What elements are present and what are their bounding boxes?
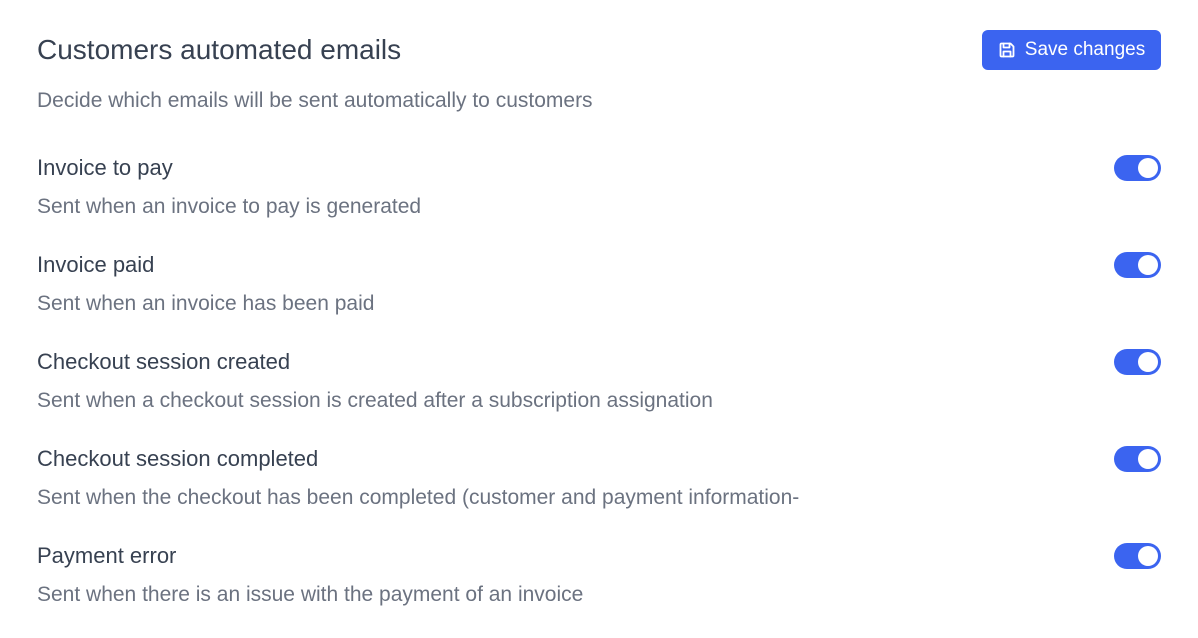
page-title: Customers automated emails <box>37 34 402 65</box>
floppy-disk-icon <box>998 41 1016 59</box>
setting-row-invoice-to-pay: Invoice to pay Sent when an invoice to p… <box>37 154 1161 234</box>
payment-error-toggle[interactable] <box>1114 543 1161 569</box>
setting-title: Invoice paid <box>37 252 155 277</box>
setting-title: Checkout session created <box>37 349 291 374</box>
setting-description: Sent when an invoice has been paid <box>37 292 375 315</box>
setting-row-checkout-session-completed: Checkout session completed Sent when the… <box>37 445 1161 525</box>
invoice-paid-toggle[interactable] <box>1114 252 1161 278</box>
setting-row-payment-error: Payment error Sent when there is an issu… <box>37 542 1161 622</box>
save-changes-button[interactable]: Save changes <box>982 30 1161 70</box>
toggle-knob <box>1138 255 1158 275</box>
setting-description: Sent when a checkout session is created … <box>37 389 713 412</box>
page-subtitle: Decide which emails will be sent automat… <box>37 89 593 112</box>
checkout-session-created-toggle[interactable] <box>1114 349 1161 375</box>
toggle-knob <box>1138 158 1158 178</box>
setting-title: Checkout session completed <box>37 446 319 471</box>
setting-title: Invoice to pay <box>37 155 173 180</box>
setting-description: Sent when the checkout has been complete… <box>37 486 800 509</box>
save-changes-label: Save changes <box>1024 39 1146 60</box>
setting-row-invoice-paid: Invoice paid Sent when an invoice has be… <box>37 251 1161 331</box>
invoice-to-pay-toggle[interactable] <box>1114 155 1161 181</box>
setting-description: Sent when an invoice to pay is generated <box>37 195 422 218</box>
setting-description: Sent when there is an issue with the pay… <box>37 583 584 606</box>
toggle-knob <box>1138 546 1158 566</box>
toggle-knob <box>1138 352 1158 372</box>
setting-title: Payment error <box>37 543 177 568</box>
checkout-session-completed-toggle[interactable] <box>1114 446 1161 472</box>
automated-emails-page: Customers automated emails Decide which … <box>0 0 1198 638</box>
toggle-knob <box>1138 449 1158 469</box>
setting-row-checkout-session-created: Checkout session created Sent when a che… <box>37 348 1161 428</box>
